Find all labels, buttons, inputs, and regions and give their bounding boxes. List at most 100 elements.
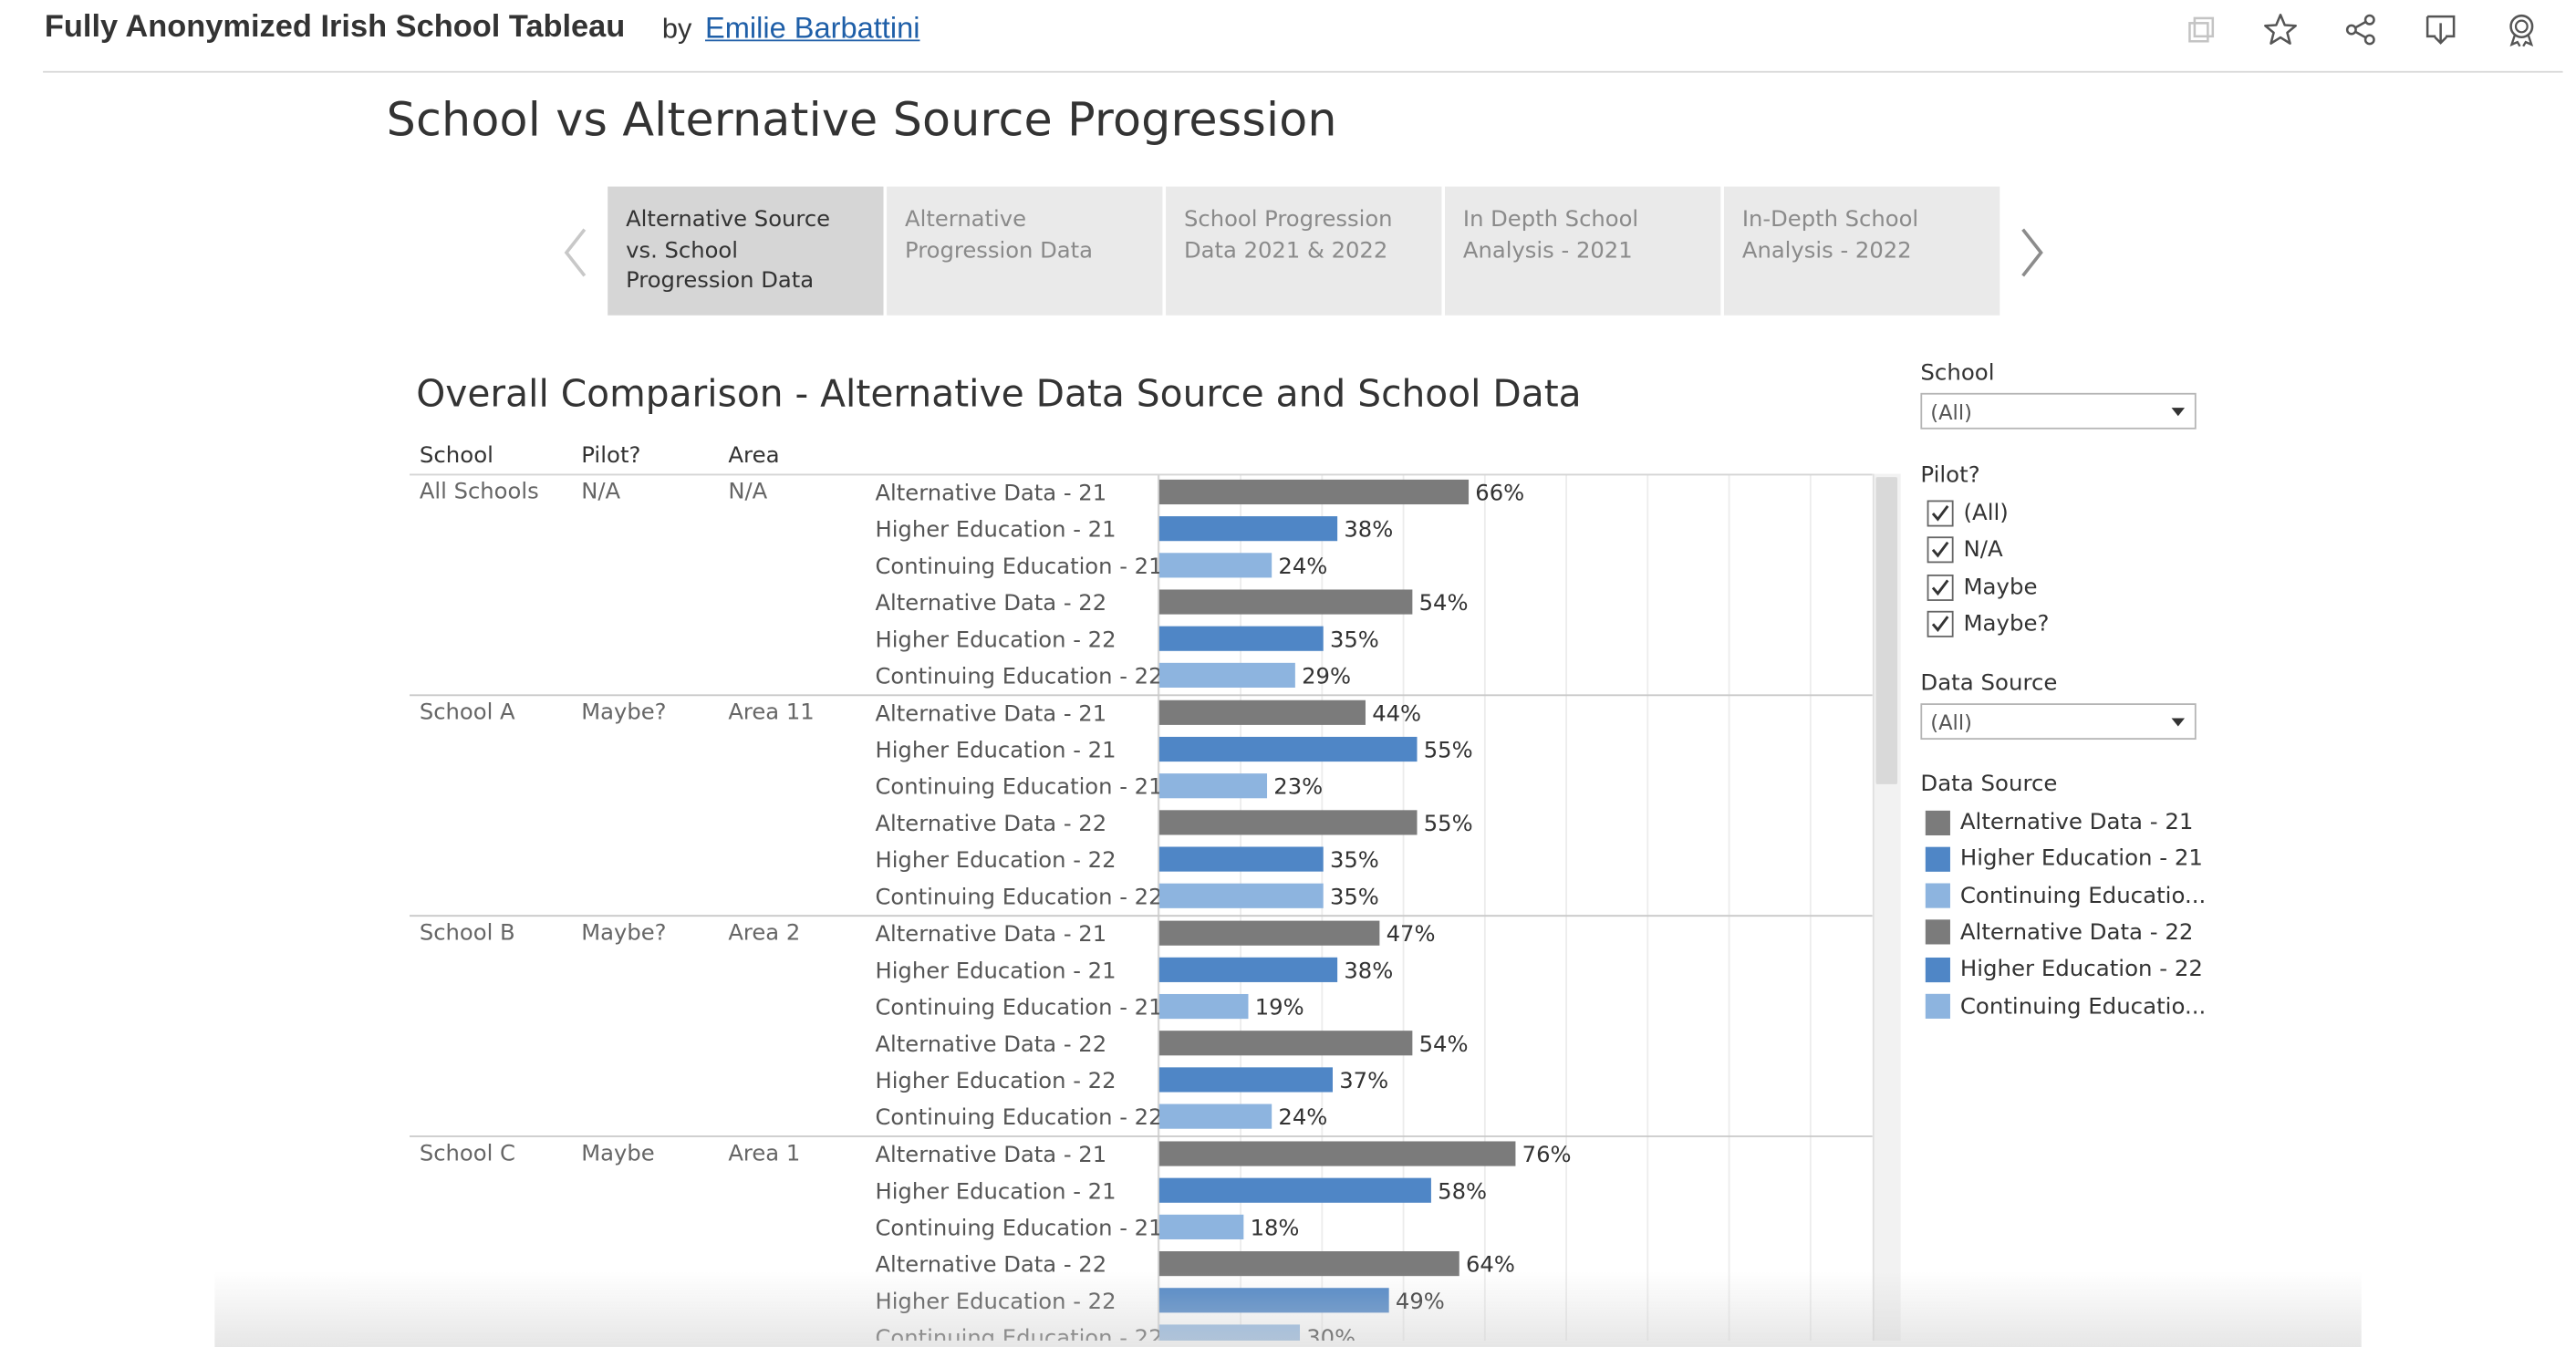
data-value-label: 38% [1344, 957, 1393, 983]
badge-icon[interactable] [2502, 10, 2541, 49]
column-header-school: School [419, 442, 493, 470]
school-filter-dropdown[interactable]: (All) [1920, 392, 2197, 430]
workbook-title: Fully Anonymized Irish School Tableau [44, 9, 626, 45]
category-label: Higher Education - 21 [875, 957, 1116, 983]
data-bar[interactable] [1158, 846, 1324, 872]
school-name-label: School C [420, 1139, 515, 1166]
data-value-label: 58% [1438, 1177, 1487, 1204]
data-bar[interactable] [1158, 1177, 1431, 1203]
data-bar[interactable] [1158, 1031, 1413, 1056]
checkmark-icon [1931, 616, 1949, 632]
comparison-chart: All Schools N/A N/A Alternative Data - 21 66… [409, 473, 1873, 1341]
data-value-label: 24% [1278, 553, 1327, 579]
data-bar[interactable] [1158, 1251, 1459, 1277]
data-bar[interactable] [1158, 810, 1418, 835]
checkbox[interactable] [1927, 610, 1954, 637]
data-bar[interactable] [1158, 589, 1413, 615]
tab-alternative-progression[interactable]: Alternative Progression Data [887, 186, 1163, 316]
data-value-label: 37% [1339, 1067, 1388, 1093]
data-bar[interactable] [1158, 1214, 1244, 1239]
category-label: Continuing Education - 21 [875, 553, 1162, 579]
data-value-label: 55% [1424, 810, 1473, 836]
data-value-label: 30% [1306, 1324, 1356, 1341]
pilot-option[interactable]: N/A [1927, 534, 2003, 566]
checkbox[interactable] [1927, 574, 1954, 601]
data-bar[interactable] [1158, 883, 1324, 908]
legend-swatch [1925, 883, 1950, 908]
category-label: Alternative Data - 21 [875, 480, 1106, 506]
legend-item-label: Higher Education - 21 [1959, 845, 2203, 873]
pilot-option[interactable]: Maybe [1927, 571, 2038, 604]
pilot-value-label: Maybe [581, 1139, 654, 1166]
duplicate-icon[interactable] [2181, 10, 2220, 49]
school-filter-label: School [1920, 359, 1995, 387]
legend-item[interactable]: Alternative Data - 22 [1925, 917, 2194, 949]
checkbox[interactable] [1927, 500, 1954, 527]
data-value-label: 49% [1396, 1288, 1445, 1314]
tab-school-progression[interactable]: School Progression Data 2021 & 2022 [1166, 186, 1442, 316]
star-icon[interactable] [2260, 10, 2300, 49]
legend-item-label: Continuing Educatio... [1959, 992, 2207, 1020]
legend-item-label: Alternative Data - 21 [1959, 809, 2194, 836]
pilot-value-label: Maybe? [581, 699, 666, 725]
legend-item[interactable]: Continuing Educatio... [1925, 879, 2206, 912]
category-label: Alternative Data - 21 [875, 1141, 1106, 1167]
tabs-next-arrow-icon[interactable] [2015, 224, 2048, 281]
data-bar[interactable] [1158, 920, 1380, 946]
data-bar[interactable] [1158, 516, 1338, 542]
dropdown-caret-icon [2171, 718, 2186, 727]
category-label: Alternative Data - 22 [875, 589, 1106, 616]
area-value-label: Area 1 [728, 1139, 800, 1166]
column-header-pilot: Pilot? [581, 442, 641, 470]
data-bar[interactable] [1158, 1324, 1301, 1341]
legend-item[interactable]: Higher Education - 21 [1925, 843, 2203, 876]
pilot-value-label: Maybe? [581, 918, 666, 945]
school-name-label: All Schools [420, 478, 539, 504]
data-bar[interactable] [1158, 736, 1418, 762]
checkmark-icon [1931, 578, 1949, 596]
data-value-label: 35% [1330, 626, 1379, 652]
data-bar[interactable] [1158, 993, 1249, 1020]
checkbox[interactable] [1927, 536, 1954, 564]
pilot-option-label: Maybe [1963, 574, 2038, 601]
data-bar[interactable] [1158, 553, 1272, 578]
category-label: Alternative Data - 21 [875, 699, 1106, 726]
legend-item[interactable]: Higher Education - 22 [1925, 953, 2203, 986]
dashboard-title: School vs Alternative Source Progression [386, 92, 1337, 148]
header-divider [43, 70, 2563, 73]
data-bar[interactable] [1158, 1104, 1272, 1129]
download-icon[interactable] [2421, 10, 2460, 49]
data-bar[interactable] [1158, 1288, 1389, 1313]
data-bar[interactable] [1158, 1067, 1333, 1093]
pilot-option-label: (All) [1963, 500, 2009, 527]
data-bar[interactable] [1158, 773, 1268, 799]
pilot-option[interactable]: Maybe? [1927, 607, 2049, 640]
legend-item[interactable]: Alternative Data - 21 [1925, 805, 2194, 838]
author-link[interactable]: Emilie Barbattini [705, 12, 919, 47]
data-value-label: 66% [1475, 480, 1524, 506]
data-bar[interactable] [1158, 662, 1295, 688]
chart-scrollbar-thumb[interactable] [1875, 477, 1898, 784]
data-value-label: 47% [1387, 920, 1436, 947]
area-value-label: Area 2 [728, 918, 800, 945]
legend-item[interactable]: Continuing Educatio... [1925, 990, 2207, 1022]
category-label: Higher Education - 21 [875, 1177, 1116, 1204]
tab-in-depth-2022[interactable]: In-Depth School Analysis - 2022 [1723, 186, 2000, 316]
pilot-filter-label: Pilot? [1920, 461, 1980, 489]
data-bar[interactable] [1158, 626, 1324, 651]
category-label: Alternative Data - 22 [875, 1031, 1106, 1057]
data-bar[interactable] [1158, 479, 1470, 505]
tab-alternative-vs-school[interactable]: Alternative Source vs. School Progressio… [608, 186, 884, 316]
category-label: Higher Education - 22 [875, 626, 1116, 652]
share-icon[interactable] [2342, 10, 2381, 49]
data-bar[interactable] [1158, 957, 1338, 982]
data-bar[interactable] [1158, 699, 1366, 725]
tab-in-depth-2021[interactable]: In Depth School Analysis - 2021 [1445, 186, 1721, 316]
by-label: by [661, 13, 692, 45]
category-label: Higher Education - 22 [875, 1288, 1116, 1314]
tabs-prev-arrow-icon[interactable] [560, 224, 593, 281]
datasource-filter-dropdown[interactable]: (All) [1920, 703, 2197, 741]
data-bar[interactable] [1158, 1141, 1516, 1166]
pilot-option[interactable]: (All) [1927, 497, 2009, 530]
category-label: Higher Education - 22 [875, 846, 1116, 873]
